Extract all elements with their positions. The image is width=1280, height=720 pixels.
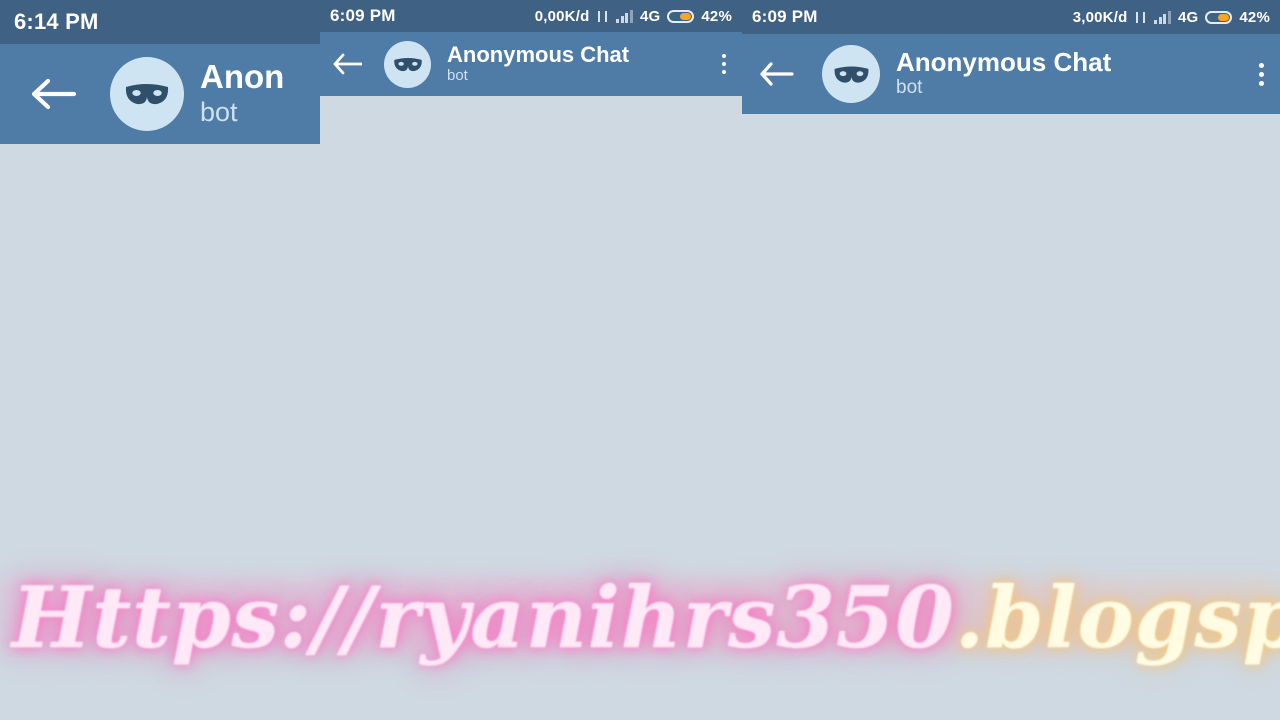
kebab-menu-icon[interactable] (718, 50, 730, 78)
battery-percent: 42% (701, 7, 732, 25)
chat-header-middle[interactable]: Anonymous Chat bot (320, 32, 742, 96)
back-arrow-icon[interactable] (758, 60, 794, 88)
page-title: Anonymous Chat (447, 41, 630, 67)
status-bar-middle: 6:09 PM 0,00K/d 4G 42% (320, 0, 742, 32)
chat-header-right[interactable]: Anonymous Chat bot (742, 34, 1280, 114)
panel-left: 6:14 PM Anon bot (0, 0, 320, 720)
signal-bars-icon (616, 9, 633, 23)
header-titles: Anon bot (200, 58, 285, 128)
avatar[interactable] (822, 45, 880, 103)
battery-icon (667, 9, 695, 23)
panel-right: 6:09 PM 3,00K/d 4G 42% Anonymous Chat bo… (742, 0, 1280, 720)
mask-icon (125, 84, 169, 105)
chat-subtitle: bot (200, 97, 238, 128)
chat-header-left[interactable]: Anon bot (0, 44, 320, 144)
mask-icon (834, 65, 868, 83)
back-arrow-icon[interactable] (332, 52, 362, 76)
avatar[interactable] (110, 57, 184, 131)
status-bar-right: 6:09 PM 3,00K/d 4G 42% (742, 0, 1280, 34)
status-clock: 6:09 PM (330, 6, 396, 25)
kebab-menu-icon[interactable] (1255, 59, 1268, 90)
network-type: 4G (639, 7, 661, 25)
battery-percent: 42% (1239, 8, 1270, 26)
header-titles: Anonymous Chat bot (896, 47, 1112, 100)
status-indicators: 3,00K/d 4G 42% (1073, 9, 1270, 26)
avatar[interactable] (384, 40, 431, 88)
status-clock: 6:09 PM (752, 7, 818, 26)
status-clock: 6:14 PM (14, 9, 99, 34)
panel-middle: 6:09 PM 0,00K/d 4G 42% Anonymous Chat bo… (320, 0, 742, 720)
battery-icon (1205, 10, 1233, 24)
status-indicators: 0,00K/d 4G 42% (535, 8, 732, 25)
header-titles: Anonymous Chat bot (447, 41, 630, 86)
mask-icon (393, 57, 422, 71)
signal-bars-icon (1154, 10, 1171, 24)
back-arrow-icon[interactable] (30, 77, 76, 111)
chat-subtitle: bot (896, 77, 923, 99)
data-sync-icon (596, 9, 609, 24)
page-title: Anon (200, 58, 285, 96)
screenshot-root: 6:14 PM Anon bot 6:09 PM 0,00K/d 4G 42% … (0, 0, 1280, 720)
page-title: Anonymous Chat (896, 47, 1112, 78)
network-type: 4G (1177, 8, 1199, 26)
data-sync-icon (1134, 10, 1147, 25)
status-bar-left: 6:14 PM (0, 0, 320, 44)
chat-subtitle: bot (447, 67, 468, 85)
net-speed: 3,00K/d (1072, 8, 1128, 26)
net-speed: 0,00K/d (534, 7, 590, 25)
